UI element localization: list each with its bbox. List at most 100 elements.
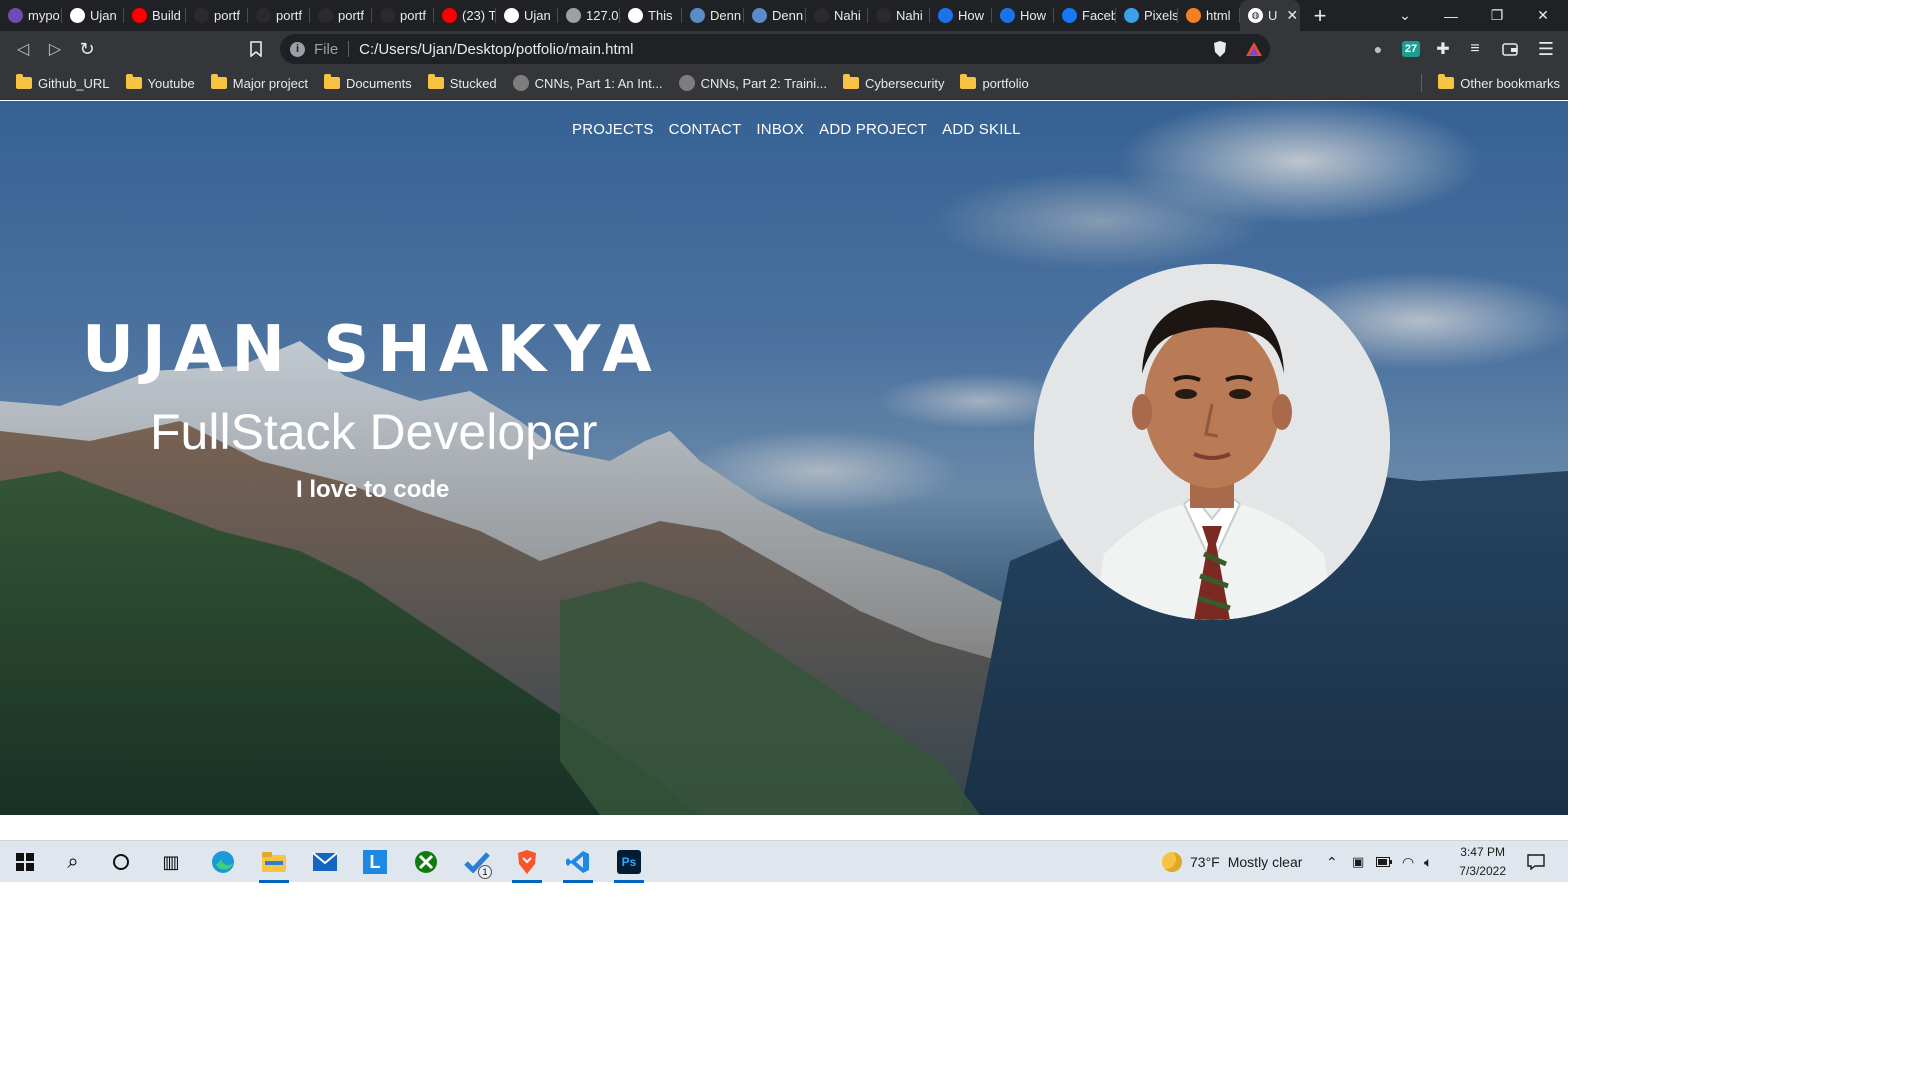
heroku-icon xyxy=(8,8,23,23)
extension-icon[interactable]: ● xyxy=(1366,31,1390,67)
address-bar[interactable]: i File C:/Users/Ujan/Desktop/potfolio/ma… xyxy=(280,34,1270,64)
browser-tab[interactable]: Denn xyxy=(744,0,806,31)
reload-button[interactable]: ↻ xyxy=(72,31,102,67)
browser-tab[interactable]: (23) T xyxy=(434,0,496,31)
wifi-icon[interactable]: ◠ xyxy=(1402,841,1414,883)
address-divider xyxy=(348,41,350,57)
browser-tab[interactable]: portf xyxy=(186,0,248,31)
active-tab[interactable]: ◍ U ✕ xyxy=(1240,0,1300,31)
browser-tab[interactable]: How xyxy=(992,0,1054,31)
browser-tab[interactable]: Denn xyxy=(682,0,744,31)
browser-tab[interactable]: This xyxy=(620,0,682,31)
browser-tab[interactable]: Nahi xyxy=(806,0,868,31)
bookmark-item[interactable]: CNNs, Part 2: Traini... xyxy=(671,75,835,91)
browser-tab[interactable]: Nahi xyxy=(868,0,930,31)
browser-tab[interactable]: portf xyxy=(248,0,310,31)
extensions-puzzle-icon[interactable]: ✚ xyxy=(1430,31,1456,67)
nav-link-inbox[interactable]: INBOX xyxy=(756,121,804,138)
browser-tab[interactable]: Faceb xyxy=(1054,0,1116,31)
task-view-icon[interactable]: ▥ xyxy=(150,841,192,883)
xbox-icon[interactable] xyxy=(405,841,447,883)
tab-search-button[interactable]: ⌄ xyxy=(1382,0,1428,31)
browser-tab[interactable]: mypo xyxy=(0,0,62,31)
forward-button[interactable]: ▷ xyxy=(40,31,70,67)
site-avatar-icon xyxy=(678,75,695,91)
new-tab-button[interactable]: + xyxy=(1300,3,1340,29)
battery-icon[interactable] xyxy=(1376,841,1392,883)
info-icon[interactable]: i xyxy=(290,41,305,57)
tab-label: portf xyxy=(214,8,241,23)
todo-badge: 1 xyxy=(478,865,492,879)
bookmark-item[interactable]: Github_URL xyxy=(8,74,118,91)
bookmark-item[interactable]: Youtube xyxy=(118,74,203,91)
other-bookmarks-folder[interactable]: Other bookmarks xyxy=(1430,74,1568,91)
bookmark-label: CNNs, Part 1: An Int... xyxy=(534,75,663,91)
minimize-button[interactable]: — xyxy=(1428,0,1474,31)
browser-tab[interactable]: Pixels xyxy=(1116,0,1178,31)
bookmark-item[interactable]: Stucked xyxy=(420,74,505,91)
weather-widget[interactable]: 73°F Mostly clear xyxy=(1162,841,1302,883)
tab-label: 127.0 xyxy=(586,8,619,23)
vscode-icon[interactable] xyxy=(557,841,599,883)
bookmark-label: Youtube xyxy=(147,75,195,91)
browser-tab[interactable]: Ujan xyxy=(496,0,558,31)
volume-icon[interactable]: 🔈︎ xyxy=(1424,841,1432,883)
bookmark-item[interactable]: Documents xyxy=(316,74,420,91)
nav-link-add-project[interactable]: ADD PROJECT xyxy=(819,121,927,138)
browser-tab[interactable]: Ujan xyxy=(62,0,124,31)
close-window-button[interactable]: ✕ xyxy=(1520,0,1566,31)
active-app-indicator xyxy=(259,880,289,883)
mail-icon[interactable] xyxy=(304,841,346,883)
tab-label: Faceb xyxy=(1082,8,1116,23)
brave-rewards-icon[interactable] xyxy=(1240,31,1268,67)
todo-icon[interactable]: 1 xyxy=(456,841,498,883)
browser-tab[interactable]: Build xyxy=(124,0,186,31)
cortana-icon[interactable] xyxy=(100,841,142,883)
edge-icon[interactable] xyxy=(202,841,244,883)
browser-tab[interactable]: portf xyxy=(372,0,434,31)
close-tab-icon[interactable]: ✕ xyxy=(1286,7,1298,24)
browser-tab[interactable]: html xyxy=(1178,0,1240,31)
tab-label: portf xyxy=(338,8,365,23)
globe-icon xyxy=(628,8,643,23)
bookmark-page-button[interactable] xyxy=(242,31,270,67)
back-button[interactable]: ◁ xyxy=(8,31,38,67)
photoshop-icon[interactable]: Ps xyxy=(608,841,650,883)
calendar-extension-icon[interactable]: 27 xyxy=(1398,31,1424,67)
meet-now-icon[interactable]: ▣ xyxy=(1352,841,1364,883)
folder-icon xyxy=(125,74,142,89)
address-url[interactable]: C:/Users/Ujan/Desktop/potfolio/main.html xyxy=(359,41,633,58)
youtube-icon xyxy=(442,8,457,23)
system-clock[interactable]: 3:47 PM 7/3/2022 xyxy=(1459,843,1506,881)
nav-link-projects[interactable]: PROJECTS xyxy=(572,121,654,138)
portrait-image xyxy=(1034,264,1390,620)
browser-tab[interactable]: portf xyxy=(310,0,372,31)
bookmark-list: Github_URL Youtube Major project Documents S… xyxy=(8,74,1037,91)
brave-icon[interactable] xyxy=(506,841,548,883)
l-app-icon[interactable]: L xyxy=(354,841,396,883)
menu-icon[interactable]: ☰ xyxy=(1532,31,1560,67)
folder-icon xyxy=(210,74,227,89)
chevron-up-icon[interactable]: ⌃ xyxy=(1326,841,1338,883)
windows-start-icon[interactable] xyxy=(4,841,46,883)
tab-label: This xyxy=(648,8,673,23)
nav-link-add-skill[interactable]: ADD SKILL xyxy=(942,121,1021,138)
browser-tab[interactable]: How xyxy=(930,0,992,31)
wallet-icon[interactable] xyxy=(1496,31,1524,67)
brave-shields-icon[interactable] xyxy=(1206,31,1234,67)
browser-tab[interactable]: 127.0 xyxy=(558,0,620,31)
hero-role: FullStack Developer xyxy=(150,404,598,460)
bookmark-item[interactable]: CNNs, Part 1: An Int... xyxy=(505,75,671,91)
bookmark-item[interactable]: Cybersecurity xyxy=(835,74,952,91)
media-controls-icon[interactable]: ≡ xyxy=(1462,31,1488,67)
bookmark-label: CNNs, Part 2: Traini... xyxy=(700,75,827,91)
bookmark-item[interactable]: Major project xyxy=(203,74,316,91)
tab-label: html xyxy=(1206,8,1231,23)
file-explorer-icon[interactable] xyxy=(253,841,295,883)
bookmark-item[interactable]: portfolio xyxy=(952,74,1036,91)
notifications-icon[interactable] xyxy=(1524,841,1548,883)
search-icon[interactable]: ⌕ xyxy=(52,841,94,883)
nav-link-contact[interactable]: CONTACT xyxy=(669,121,742,138)
tab-label: (23) T xyxy=(462,8,496,23)
restore-button[interactable]: ❐ xyxy=(1474,0,1520,31)
